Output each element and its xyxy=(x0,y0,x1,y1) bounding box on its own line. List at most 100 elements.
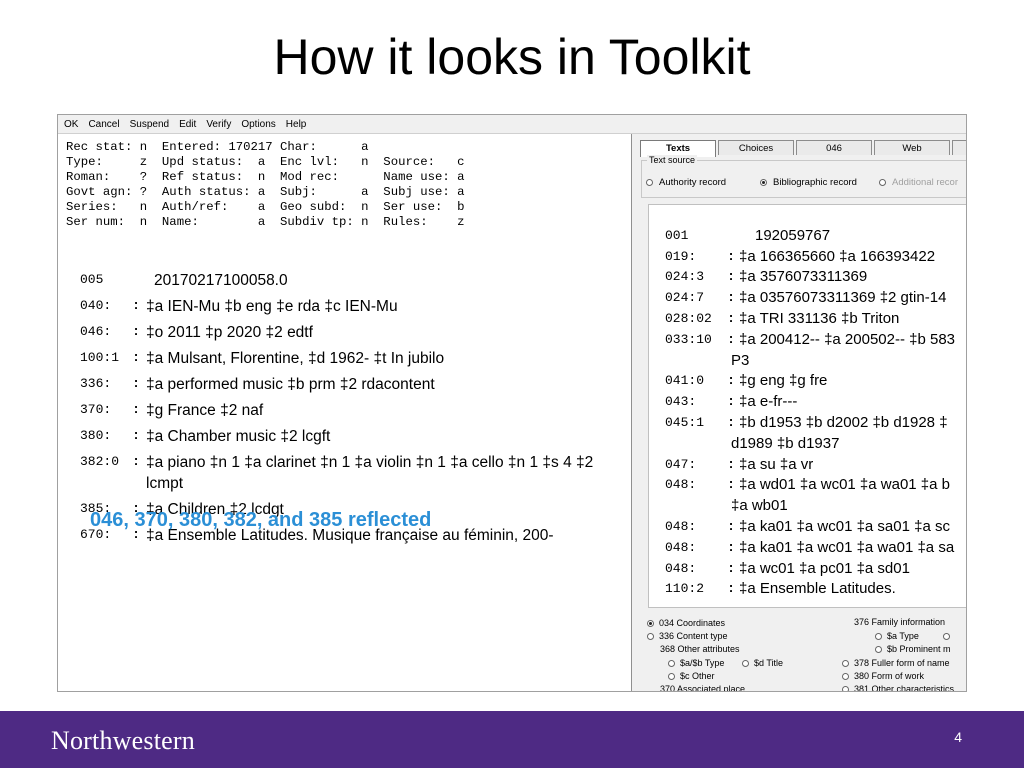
marc-field-text: ‡a performed music ‡b prm ‡2 rdacontent xyxy=(146,376,435,393)
marc-field-040[interactable]: 040: : ‡a IEN-Mu ‡b eng ‡e rda ‡c IEN-Mu xyxy=(80,298,620,319)
menu-verify[interactable]: Verify xyxy=(201,119,236,130)
authority-record-pane[interactable]: Rec stat: n Entered: 170217 Char: a Type… xyxy=(58,134,632,691)
page-number: 4 xyxy=(954,729,962,745)
bib-record-line[interactable]: 048:: ‡a ka01 ‡a wc01 ‡a sa01 ‡a sc xyxy=(665,516,966,537)
bib-record-line[interactable]: ‡a wb01 xyxy=(665,495,966,516)
associated-place-label: 370 Associated place xyxy=(660,684,746,692)
menu-options[interactable]: Options xyxy=(236,119,280,130)
bib-record-line[interactable]: 048:: ‡a wc01 ‡a pc01 ‡a sd01 xyxy=(665,558,966,579)
bib-tag: 045:1 xyxy=(665,415,705,431)
bib-tag: 019: xyxy=(665,248,697,264)
d-title-radio[interactable]: $d Title xyxy=(742,658,783,668)
bib-record-line[interactable]: 045:1: ‡b d1953 ‡b d2002 ‡b d1928 ‡ xyxy=(665,412,966,433)
marc-field-382[interactable]: 382:0 : ‡a piano ‡n 1 ‡a clarinet ‡n 1 ‡… xyxy=(80,454,620,496)
radio-icon xyxy=(668,673,675,681)
a-type-radio[interactable]: $a Type xyxy=(875,631,919,641)
bib-field-text: ‡a 3576073311369 xyxy=(739,268,868,286)
radio-label: 380 Form of work xyxy=(854,671,925,681)
radio-label: 378 Fuller form of name xyxy=(854,658,950,668)
bib-field-text: ‡a ka01 ‡a wc01 ‡a sa01 ‡a sc xyxy=(739,518,950,536)
menu-ok[interactable]: OK xyxy=(58,119,83,130)
radio-label: Bibliographic record xyxy=(773,177,857,188)
fixed-field-row: Roman: ? Ref status: n Mod rec: Name use… xyxy=(66,170,465,184)
coordinates-radio[interactable]: 034 Coordinates xyxy=(647,618,725,628)
marc-field-text: ‡a IEN-Mu ‡b eng ‡e rda ‡c IEN-Mu xyxy=(146,298,398,315)
radio-icon xyxy=(879,178,886,186)
radio-icon xyxy=(647,633,654,641)
fixed-field-row: Rec stat: n Entered: 170217 Char: a xyxy=(66,140,369,154)
bib-field-text: 192059767 xyxy=(755,226,831,244)
bib-record-line[interactable]: d1989 ‡b d1937 xyxy=(665,433,966,454)
radio-icon xyxy=(943,633,950,641)
fuller-form-radio[interactable]: 378 Fuller form of name xyxy=(842,658,950,668)
content-type-radio[interactable]: 336 Content type xyxy=(647,631,728,641)
radio-label: $c Other xyxy=(680,671,715,681)
tab-web[interactable]: Web xyxy=(874,140,950,155)
radio-selected-icon xyxy=(760,178,767,186)
menu-suspend[interactable]: Suspend xyxy=(125,119,174,130)
text-source-label: Text source xyxy=(647,155,698,165)
menu-edit[interactable]: Edit xyxy=(174,119,201,130)
marc-colon: : xyxy=(132,298,140,313)
bib-field-text: ‡a 03576073311369 ‡2 gtin-14 xyxy=(739,289,947,307)
fixed-field-row: Ser num: n Name: a Subdiv tp: n Rules: z xyxy=(66,215,465,229)
bib-field-text: ‡a 166365660 ‡a 166393422 xyxy=(739,247,936,265)
fixed-field-row: Govt agn: ? Auth status: a Subj: a Subj … xyxy=(66,185,465,199)
bib-field-text: ‡a e-fr--- xyxy=(739,393,798,411)
tab-overflow[interactable] xyxy=(952,140,966,155)
bib-record-line[interactable]: 041:0: ‡g eng ‡g fre xyxy=(665,371,966,392)
menu-help[interactable]: Help xyxy=(281,119,312,130)
fixed-fields: Rec stat: n Entered: 170217 Char: a Type… xyxy=(66,140,464,230)
bib-tag: 028:02 xyxy=(665,311,712,327)
marc-field-text: ‡o 2011 ‡p 2020 ‡2 edtf xyxy=(146,324,313,341)
bib-record-line[interactable]: 001 192059767 xyxy=(665,225,966,246)
marc-field-046[interactable]: 046: : ‡o 2011 ‡p 2020 ‡2 edtf xyxy=(80,324,620,345)
bib-tag: 033:10 xyxy=(665,331,712,347)
radio-label: 336 Content type xyxy=(659,631,728,641)
bib-record-line[interactable]: P3 xyxy=(665,350,966,371)
c-other-radio[interactable]: $c Other xyxy=(668,671,715,681)
bib-record-line[interactable]: 110:2: ‡a Ensemble Latitudes. xyxy=(665,579,966,600)
bib-colon: : xyxy=(727,311,735,327)
bib-record-line[interactable]: 048:: ‡a ka01 ‡a wc01 ‡a wa01 ‡a sa xyxy=(665,537,966,558)
radio-label: 034 Coordinates xyxy=(659,618,726,628)
bib-tag: 001 xyxy=(665,227,689,243)
marc-field-370[interactable]: 370: : ‡g France ‡2 naf xyxy=(80,402,620,423)
bib-record-line[interactable]: 048:: ‡a wd01 ‡a wc01 ‡a wa01 ‡a b xyxy=(665,475,966,496)
bib-field-text: ‡a su ‡a vr xyxy=(739,455,814,473)
tab-choices[interactable]: Choices xyxy=(718,140,794,155)
fixed-field-row: Type: z Upd status: a Enc lvl: n Source:… xyxy=(66,155,465,169)
radio-label: $a Type xyxy=(887,631,919,641)
tab-046[interactable]: 046 xyxy=(796,140,872,155)
bib-record-line[interactable]: 047:: ‡a su ‡a vr xyxy=(665,454,966,475)
form-of-work-radio[interactable]: 380 Form of work xyxy=(842,671,924,681)
fixed-field-row: Series: n Auth/ref: a Geo subd: n Ser us… xyxy=(66,200,465,214)
bib-field-text: d1989 ‡b d1937 xyxy=(731,434,840,452)
bibliographic-record-pane[interactable]: 001 192059767 019:: ‡a 166365660 ‡a 1663934… xyxy=(648,204,966,608)
marc-field-005[interactable]: 005 20170217100058.0 xyxy=(80,272,620,293)
bib-record-line[interactable]: 024:3: ‡a 3576073311369 xyxy=(665,267,966,288)
radio-icon xyxy=(842,660,849,668)
bib-record-line[interactable]: 019:: ‡a 166365660 ‡a 166393422 xyxy=(665,246,966,267)
radio-icon xyxy=(646,178,653,186)
bibliographic-record-radio[interactable]: Bibliographic record xyxy=(760,177,857,188)
menu-cancel[interactable]: Cancel xyxy=(83,119,124,130)
b-prominent-radio[interactable]: $b Prominent m xyxy=(875,644,951,654)
marc-field-336[interactable]: 336: : ‡a performed music ‡b prm ‡2 rdac… xyxy=(80,376,620,397)
other-characteristics-radio[interactable]: 381 Other characteristics xyxy=(842,684,954,691)
ab-type-radio[interactable]: $a/$b Type xyxy=(668,658,724,668)
bib-colon: : xyxy=(727,269,735,285)
bib-colon: : xyxy=(727,248,735,264)
bib-colon: : xyxy=(727,477,735,493)
marc-field-100[interactable]: 100:1 : ‡a Mulsant, Florentine, ‡d 1962-… xyxy=(80,350,620,371)
marc-field-380[interactable]: 380: : ‡a Chamber music ‡2 lcgft xyxy=(80,428,620,449)
radio-label: $d Title xyxy=(754,658,784,668)
bib-record-line[interactable]: 024:7: ‡a 03576073311369 ‡2 gtin-14 xyxy=(665,287,966,308)
authority-record-radio[interactable]: Authority record xyxy=(646,177,726,188)
bib-record-line[interactable]: 033:10: ‡a 200412-- ‡a 200502-- ‡b 583 xyxy=(665,329,966,350)
bib-record-line[interactable]: 028:02: ‡a TRI 331136 ‡b Triton xyxy=(665,308,966,329)
extra-radio[interactable] xyxy=(943,631,955,641)
bib-colon: : xyxy=(727,373,735,389)
northwestern-logo: Northwestern xyxy=(51,726,195,755)
bib-record-line[interactable]: 043:: ‡a e-fr--- xyxy=(665,391,966,412)
